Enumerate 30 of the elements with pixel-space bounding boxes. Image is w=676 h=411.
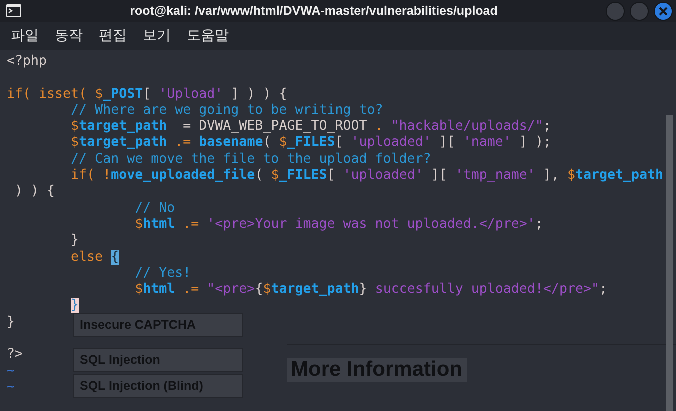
code-line: $html .= '<pre>Your image was not uploaded.</pre>'; (134, 216, 544, 234)
code-line: // No (134, 200, 176, 217)
code-line: $html .= "<pre>{$target_path} succesfully uploaded!</pre>"; (134, 282, 608, 298)
code-line: if( isset( $_POST[ 'Upload' ] ) ) { (7, 86, 288, 103)
menu-item[interactable]: 도움말 (179, 27, 237, 45)
terminal-icon (6, 4, 22, 18)
code-line: // Where are we going to be writing to? (70, 102, 384, 120)
code-line: <?php (7, 54, 48, 70)
code-line: else { (70, 250, 120, 266)
menu-item[interactable]: 동작 (47, 27, 91, 45)
code-line: // Can we move the file to the upload folder? (70, 152, 432, 168)
empty-line-marker: ~ (7, 380, 16, 396)
close-button[interactable] (654, 2, 673, 20)
code-line: } (7, 314, 16, 332)
code-line: if( !move_uploaded_file( $_FILES[ 'uploaded' ][ 'tmp_name' ], $target_path (70, 168, 664, 184)
minimize-button[interactable] (606, 2, 625, 20)
menu-item[interactable]: 편집 (91, 27, 135, 45)
code-line: $target_path = DVWA_WEB_PAGE_TO_ROOT . "hackable/uploads/"; (70, 119, 552, 136)
menu-item[interactable]: 보기 (135, 27, 179, 45)
window-title: root@kali: /var/www/html/DVWA-master/vulnerabilities/upload (129, 4, 499, 18)
menu-item[interactable]: 파일 (3, 27, 47, 45)
code-line: } (70, 233, 80, 250)
empty-line-marker: ~ (7, 364, 16, 380)
code-line: ) ) { (14, 184, 56, 201)
code-line: // Yes! (134, 266, 192, 282)
code-line: $target_path .= basename( $_FILES[ 'uploaded' ][ 'name' ] ); (70, 135, 552, 152)
close-icon (658, 6, 669, 16)
maximize-button[interactable] (630, 2, 649, 20)
code-line: ?> (7, 347, 24, 364)
scrollbar[interactable] (666, 115, 673, 411)
